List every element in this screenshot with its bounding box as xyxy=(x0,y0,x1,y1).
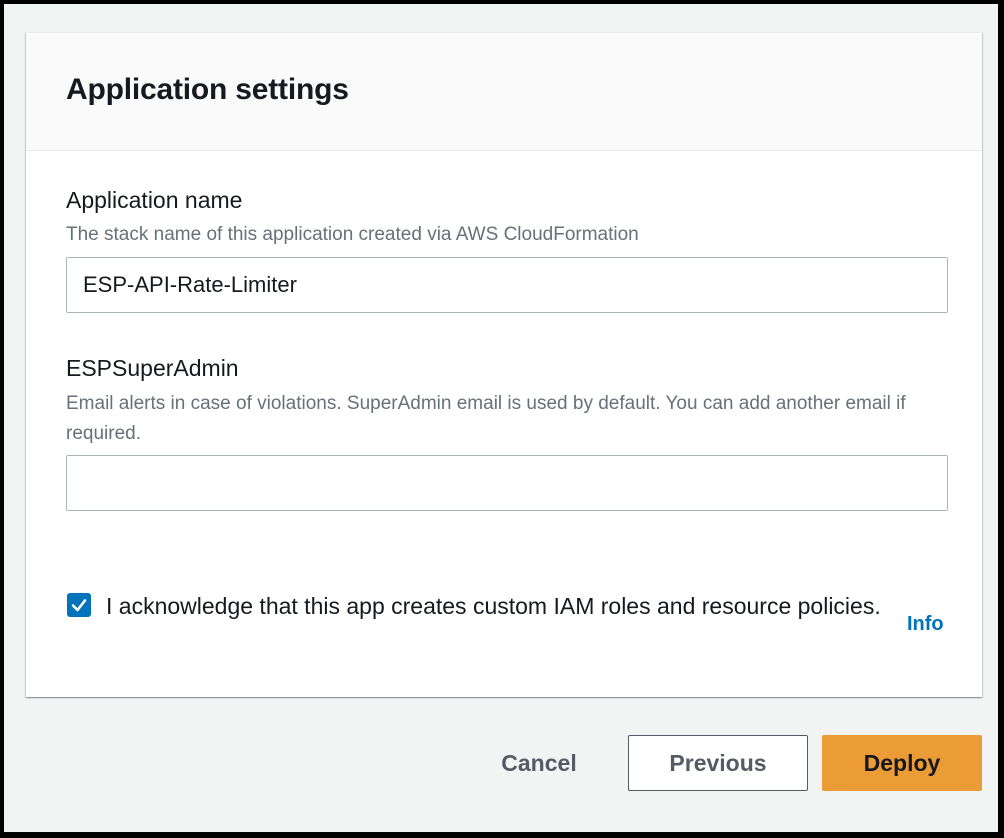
window-frame: Application settings Application name Th… xyxy=(0,0,1004,838)
panel-header: Application settings xyxy=(26,33,982,151)
application-name-label: Application name xyxy=(66,187,243,213)
application-settings-panel: Application settings Application name Th… xyxy=(26,32,982,697)
acknowledge-checkbox[interactable] xyxy=(67,593,91,617)
espsuperadmin-label: ESPSuperAdmin xyxy=(66,355,239,381)
panel-title: Application settings xyxy=(66,73,349,106)
espsuperadmin-input[interactable] xyxy=(66,455,948,511)
deploy-button[interactable]: Deploy xyxy=(822,735,982,791)
cancel-button[interactable]: Cancel xyxy=(474,735,604,791)
checkmark-icon xyxy=(71,599,87,612)
previous-button[interactable]: Previous xyxy=(628,735,808,791)
acknowledge-label: I acknowledge that this app creates cust… xyxy=(106,593,881,619)
espsuperadmin-description: Email alerts in case of violations. Supe… xyxy=(66,393,906,444)
application-name-description: The stack name of this application creat… xyxy=(66,224,639,245)
info-link[interactable]: Info xyxy=(907,613,944,636)
application-name-input[interactable] xyxy=(66,257,948,313)
